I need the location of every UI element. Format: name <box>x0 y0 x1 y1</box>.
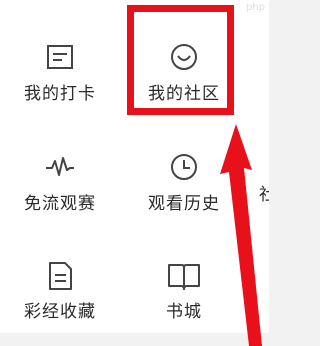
watermark: php <box>246 2 266 13</box>
screenshot: 我的打卡 我的社区 免流观赛 观看历史 彩经收藏 书城 社 php <box>0 0 269 346</box>
pointer-arrow-icon <box>220 124 262 346</box>
